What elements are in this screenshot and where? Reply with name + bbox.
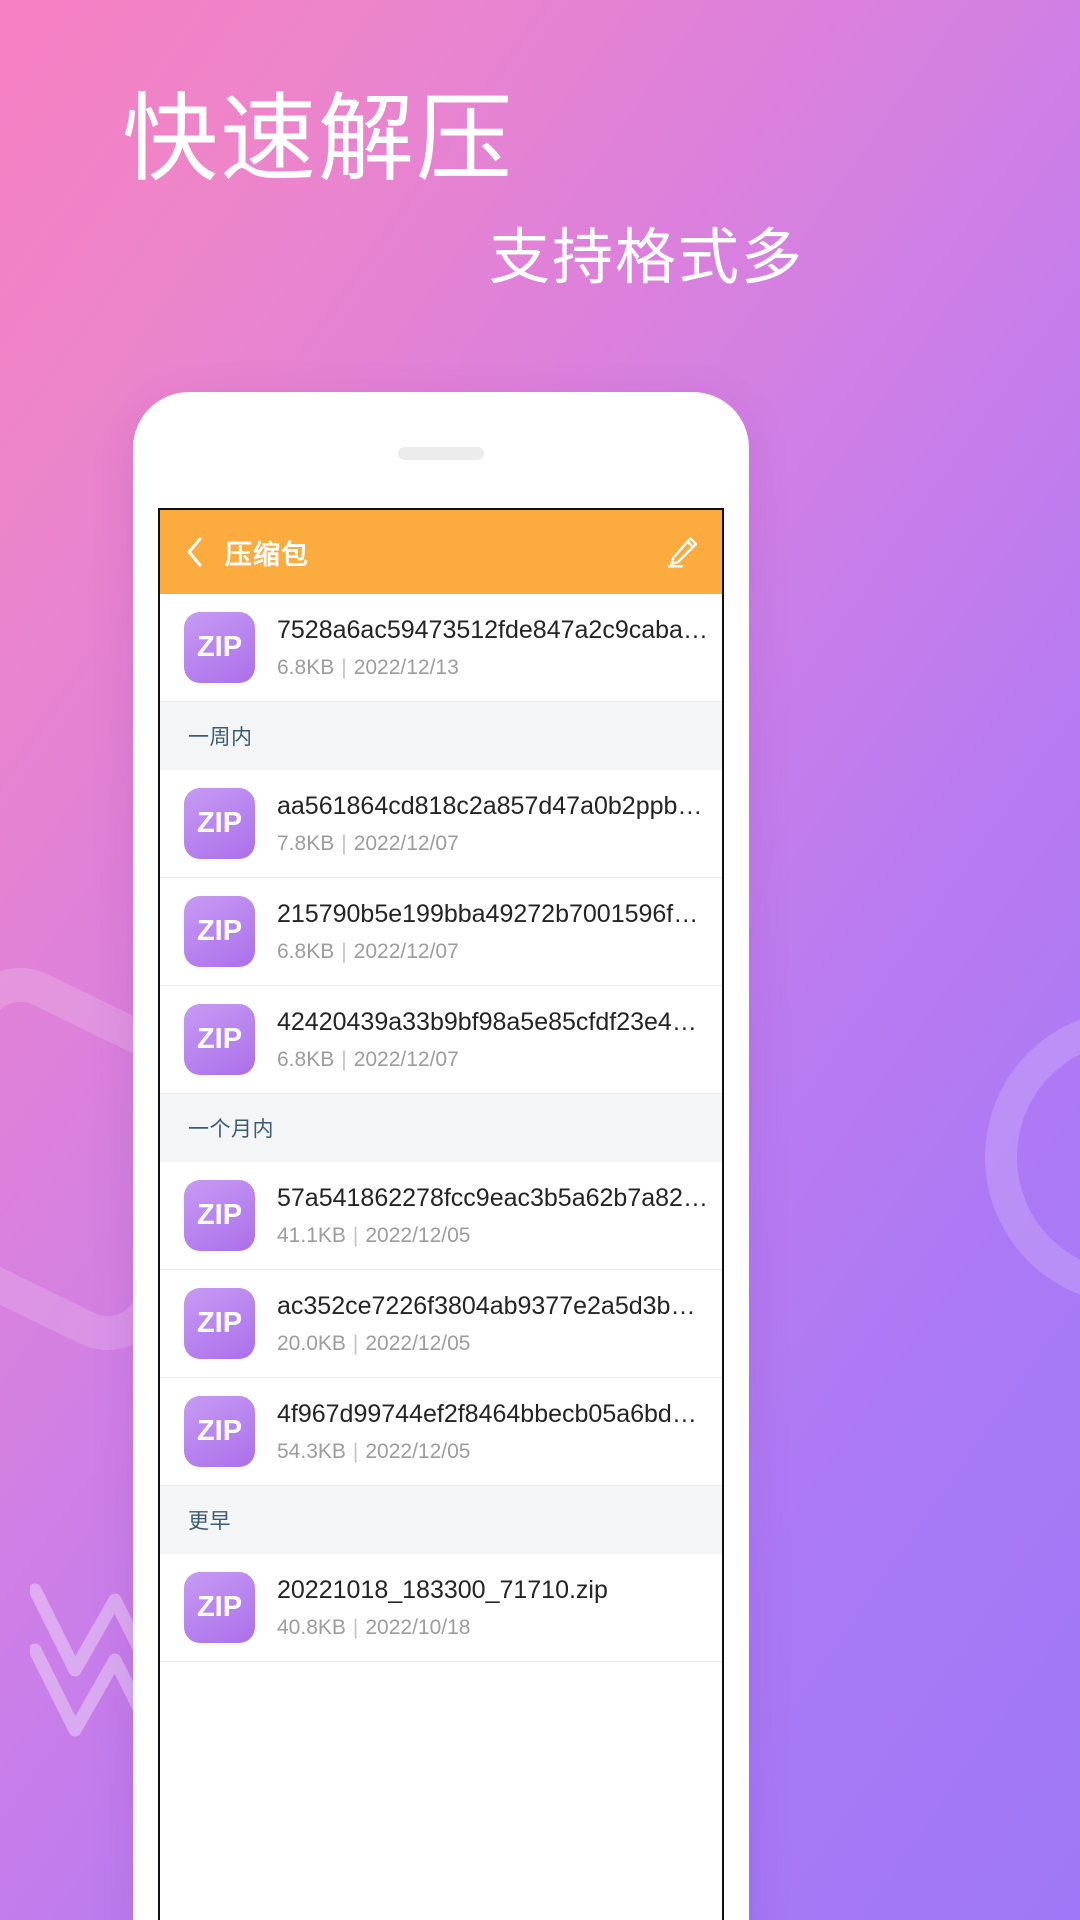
file-name: 20221018_183300_71710.zip (277, 1575, 608, 1604)
file-list[interactable]: ZIP 7528a6ac59473512fde847a2c9caba0d.zip 6… (160, 594, 722, 1662)
meta-separator: | (341, 1048, 347, 1072)
file-name: 4f967d99744ef2f8464bbecb05a6bd58.zip (277, 1399, 708, 1428)
file-name: 42420439a33b9bf98a5e85cfdf23e4a7.zip (277, 1007, 708, 1036)
list-group-header: 更早 (160, 1486, 722, 1554)
list-group-header: 一个月内 (160, 1094, 722, 1162)
meta-separator: | (352, 1224, 359, 1248)
file-item-text: 42420439a33b9bf98a5e85cfdf23e4a7.zip 6.8K… (277, 1007, 708, 1072)
file-date: 2022/12/05 (365, 1224, 471, 1248)
circle-ring-decoration (985, 1010, 1080, 1304)
meta-separator: | (341, 940, 347, 964)
file-date: 2022/12/07 (353, 832, 459, 856)
promo-title: 快速解压 (122, 86, 514, 193)
file-list-item[interactable]: ZIP 7528a6ac59473512fde847a2c9caba0d.zip 6… (160, 594, 722, 702)
chevron-left-icon[interactable] (186, 537, 203, 567)
file-meta: 6.8KB | 2022/12/07 (277, 1047, 708, 1072)
file-item-text: 4f967d99744ef2f8464bbecb05a6bd58.zip 54.3… (277, 1399, 708, 1464)
file-date: 2022/10/18 (365, 1616, 471, 1640)
zip-file-icon: ZIP (184, 788, 255, 859)
file-item-text: 215790b5e199bba49272b7001596fc29.zip 6.8K… (277, 899, 708, 964)
file-size: 40.8KB (277, 1616, 346, 1640)
file-size: 6.8KB (277, 1048, 335, 1072)
file-list-item[interactable]: ZIP 215790b5e199bba49272b7001596fc29.zip 6… (160, 878, 722, 986)
file-list-item[interactable]: ZIP aa561864cd818c2a857d47a0b2ppb9fac7.zi… (160, 770, 722, 878)
file-date: 2022/12/05 (365, 1440, 471, 1464)
meta-separator: | (352, 1616, 359, 1640)
file-size: 20.0KB (277, 1332, 346, 1356)
file-name: 7528a6ac59473512fde847a2c9caba0d.zip (277, 615, 708, 644)
file-name: 57a541862278fcc9eac3b5a62b7a826e.zip (277, 1183, 708, 1212)
meta-separator: | (341, 832, 347, 856)
app-title: 压缩包 (225, 539, 309, 570)
file-size: 6.8KB (277, 656, 335, 680)
file-size: 54.3KB (277, 1440, 346, 1464)
zip-file-icon: ZIP (184, 1396, 255, 1467)
zip-file-icon: ZIP (184, 612, 255, 683)
phone-mockup: 压缩包 ZIP 7528a6ac59473512fde847a2c9caba0d.… (133, 392, 749, 1920)
file-date: 2022/12/07 (353, 1048, 459, 1072)
meta-separator: | (341, 656, 347, 680)
file-item-text: 57a541862278fcc9eac3b5a62b7a826e.zip 41.1… (277, 1183, 708, 1248)
zip-file-icon: ZIP (184, 896, 255, 967)
file-size: 7.8KB (277, 832, 335, 856)
file-date: 2022/12/07 (353, 940, 459, 964)
file-meta: 6.8KB | 2022/12/07 (277, 939, 708, 964)
file-list-item[interactable]: ZIP 4f967d99744ef2f8464bbecb05a6bd58.zip 5… (160, 1378, 722, 1486)
file-list-item[interactable]: ZIP 42420439a33b9bf98a5e85cfdf23e4a7.zip 6… (160, 986, 722, 1094)
file-list-item[interactable]: ZIP 20221018_183300_71710.zip 40.8KB | 2022/… (160, 1554, 722, 1662)
file-item-text: ac352ce7226f3804ab9377e2a5d3b7c3.zip 20.0… (277, 1291, 708, 1356)
file-meta: 20.0KB | 2022/12/05 (277, 1331, 708, 1356)
file-meta: 6.8KB | 2022/12/13 (277, 655, 708, 680)
file-item-text: 7528a6ac59473512fde847a2c9caba0d.zip 6.8K… (277, 615, 708, 680)
file-name: ac352ce7226f3804ab9377e2a5d3b7c3.zip (277, 1291, 708, 1320)
file-list-item[interactable]: ZIP ac352ce7226f3804ab9377e2a5d3b7c3.zip 2… (160, 1270, 722, 1378)
promo-poster: 快速解压 支持格式多 压缩包 ZIP 7528a6ac59473512fde847… (0, 0, 1080, 1920)
file-list-item[interactable]: ZIP 57a541862278fcc9eac3b5a62b7a826e.zip 4… (160, 1162, 722, 1270)
promo-subtitle: 支持格式多 (489, 223, 805, 291)
file-size: 6.8KB (277, 940, 335, 964)
file-name: aa561864cd818c2a857d47a0b2ppb9fac7.zip (277, 791, 708, 820)
meta-separator: | (352, 1440, 359, 1464)
meta-separator: | (352, 1332, 359, 1356)
file-meta: 41.1KB | 2022/12/05 (277, 1223, 708, 1248)
phone-speaker (398, 447, 484, 460)
app-header-bar: 压缩包 (160, 510, 722, 594)
zip-file-icon: ZIP (184, 1572, 255, 1643)
file-meta: 40.8KB | 2022/10/18 (277, 1615, 708, 1640)
file-meta: 7.8KB | 2022/12/07 (277, 831, 708, 856)
zip-file-icon: ZIP (184, 1180, 255, 1251)
file-date: 2022/12/05 (365, 1332, 471, 1356)
app-screen: 压缩包 ZIP 7528a6ac59473512fde847a2c9caba0d.… (158, 508, 724, 1920)
pencil-edit-icon[interactable] (666, 535, 700, 569)
zip-file-icon: ZIP (184, 1004, 255, 1075)
file-item-text: 20221018_183300_71710.zip 40.8KB | 2022/10/… (277, 1575, 708, 1640)
file-item-text: aa561864cd818c2a857d47a0b2ppb9fac7.zip 7.… (277, 791, 708, 856)
file-name: 215790b5e199bba49272b7001596fc29.zip (277, 899, 708, 928)
list-group-header: 一周内 (160, 702, 722, 770)
file-meta: 54.3KB | 2022/12/05 (277, 1439, 708, 1464)
file-date: 2022/12/13 (353, 656, 459, 680)
zip-file-icon: ZIP (184, 1288, 255, 1359)
file-size: 41.1KB (277, 1224, 346, 1248)
